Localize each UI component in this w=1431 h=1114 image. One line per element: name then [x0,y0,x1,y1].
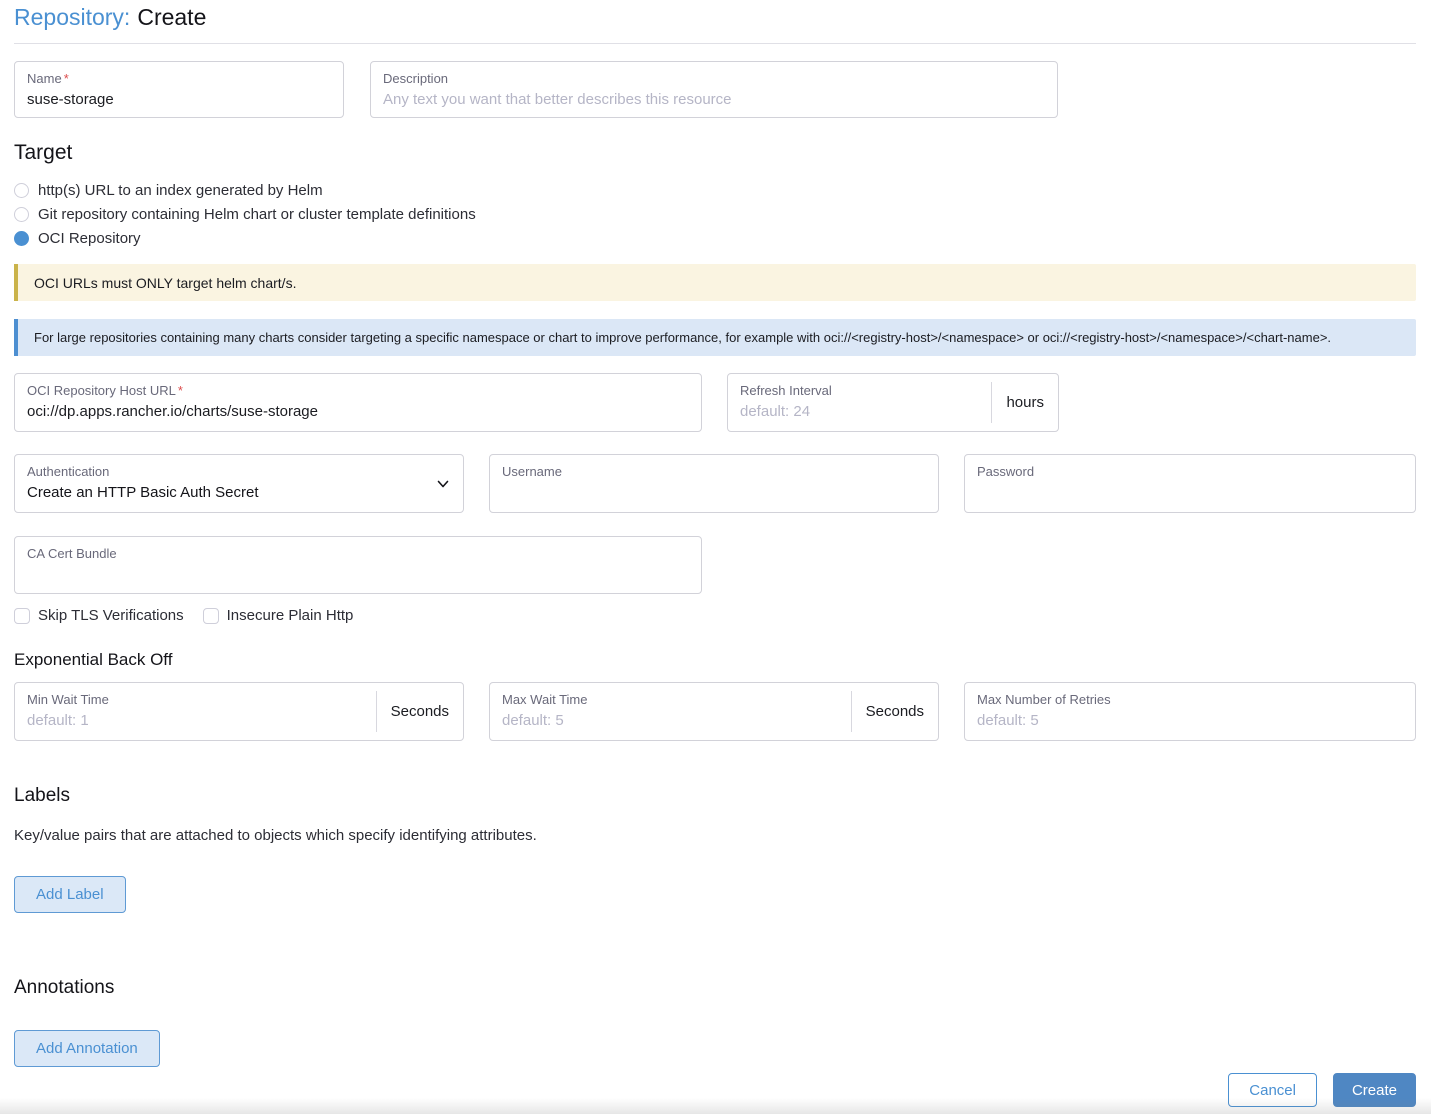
username-input[interactable] [502,484,926,501]
warning-banner: OCI URLs must ONLY target helm chart/s. [14,264,1416,301]
ca-cert-field-box: CA Cert Bundle [14,536,702,594]
max-wait-label: Max Wait Time [502,692,839,708]
name-input[interactable] [27,91,331,108]
radio-oci-repository-label: OCI Repository [38,230,141,247]
required-asterisk: * [64,71,69,86]
insecure-http-label: Insecure Plain Http [227,607,354,624]
max-wait-main: Max Wait Time [490,683,851,740]
labels-heading: Labels [14,785,1416,807]
authentication-label: Authentication [27,464,451,480]
refresh-interval-unit: hours [992,374,1058,431]
oci-url-row: OCI Repository Host URL* Refresh Interva… [14,373,1416,432]
tls-options-row: Skip TLS Verifications Insecure Plain Ht… [14,607,1416,624]
min-wait-main: Min Wait Time [15,683,376,740]
refresh-interval-label: Refresh Interval [740,383,979,399]
authentication-select[interactable]: Authentication Create an HTTP Basic Auth… [14,454,464,513]
skip-tls-checkbox-item[interactable]: Skip TLS Verifications [14,607,184,624]
ca-cert-label: CA Cert Bundle [27,546,689,562]
repository-create-page: Repository: Create Name* Description Targ… [0,0,1431,1114]
skip-tls-label: Skip TLS Verifications [38,607,184,624]
info-banner: For large repositories containing many c… [14,319,1416,356]
backoff-heading: Exponential Back Off [14,650,1416,670]
add-annotation-button[interactable]: Add Annotation [14,1030,160,1067]
page-title-action: Create [137,4,206,30]
radio-git-repo-label: Git repository containing Helm chart or … [38,206,476,223]
refresh-interval-input[interactable] [740,403,979,420]
insecure-http-checkbox-item[interactable]: Insecure Plain Http [203,607,354,624]
required-asterisk: * [178,383,183,398]
min-wait-label: Min Wait Time [27,692,364,708]
radio-option-git-repo[interactable]: Git repository containing Helm chart or … [14,202,1416,226]
authentication-row: Authentication Create an HTTP Basic Auth… [14,454,1416,513]
labels-description: Key/value pairs that are attached to obj… [14,827,1416,844]
radio-http-url-icon[interactable] [14,183,29,198]
info-banner-text: For large repositories containing many c… [34,330,1331,345]
target-heading: Target [14,141,1416,165]
max-retries-label: Max Number of Retries [977,692,1403,708]
max-wait-input[interactable] [502,712,839,729]
radio-http-url-label: http(s) URL to an index generated by Hel… [38,182,323,199]
password-field-box: Password [964,454,1416,513]
refresh-interval-field-box: Refresh Interval hours [727,373,1059,432]
min-wait-unit: Seconds [377,683,463,740]
username-field-box: Username [489,454,939,513]
max-wait-field-box: Max Wait Time Seconds [489,682,939,741]
description-label: Description [383,71,1045,87]
skip-tls-checkbox[interactable] [14,608,30,624]
page-title-resource: Repository: [14,4,130,30]
min-wait-input[interactable] [27,712,364,729]
ca-cert-row: CA Cert Bundle [14,536,1416,594]
create-button[interactable]: Create [1333,1073,1416,1107]
ca-cert-input[interactable] [27,566,689,583]
annotations-heading: Annotations [14,977,1416,999]
authentication-selected-value: Create an HTTP Basic Auth Secret [27,484,451,501]
radio-oci-repository-icon[interactable] [14,231,29,246]
name-description-row: Name* Description [14,61,1416,118]
chevron-down-icon [436,477,450,491]
oci-url-input[interactable] [27,403,689,420]
name-field-box: Name* [14,61,344,118]
radio-git-repo-icon[interactable] [14,207,29,222]
password-label: Password [977,464,1403,480]
max-wait-unit: Seconds [852,683,938,740]
target-radio-group: http(s) URL to an index generated by Hel… [14,178,1416,250]
username-label: Username [502,464,926,480]
oci-url-label: OCI Repository Host URL* [27,383,689,399]
bottom-scroll-shadow [0,1098,1431,1114]
oci-url-field-box: OCI Repository Host URL* [14,373,702,432]
radio-option-http-url[interactable]: http(s) URL to an index generated by Hel… [14,178,1416,202]
max-retries-field-box: Max Number of Retries [964,682,1416,741]
warning-banner-text: OCI URLs must ONLY target helm chart/s. [34,275,296,291]
backoff-row: Min Wait Time Seconds Max Wait Time Seco… [14,682,1416,741]
insecure-http-checkbox[interactable] [203,608,219,624]
password-input[interactable] [977,484,1403,501]
add-label-button[interactable]: Add Label [14,876,126,913]
page-title: Repository: Create [14,2,1416,32]
refresh-interval-main: Refresh Interval [728,374,991,431]
cancel-button[interactable]: Cancel [1228,1073,1317,1107]
description-input[interactable] [383,91,1045,108]
radio-option-oci-repository[interactable]: OCI Repository [14,226,1416,250]
max-retries-input[interactable] [977,712,1403,729]
name-label: Name* [27,71,331,87]
description-field-box: Description [370,61,1058,118]
form-footer: Cancel Create [1228,1073,1416,1107]
min-wait-field-box: Min Wait Time Seconds [14,682,464,741]
title-divider [14,43,1416,44]
